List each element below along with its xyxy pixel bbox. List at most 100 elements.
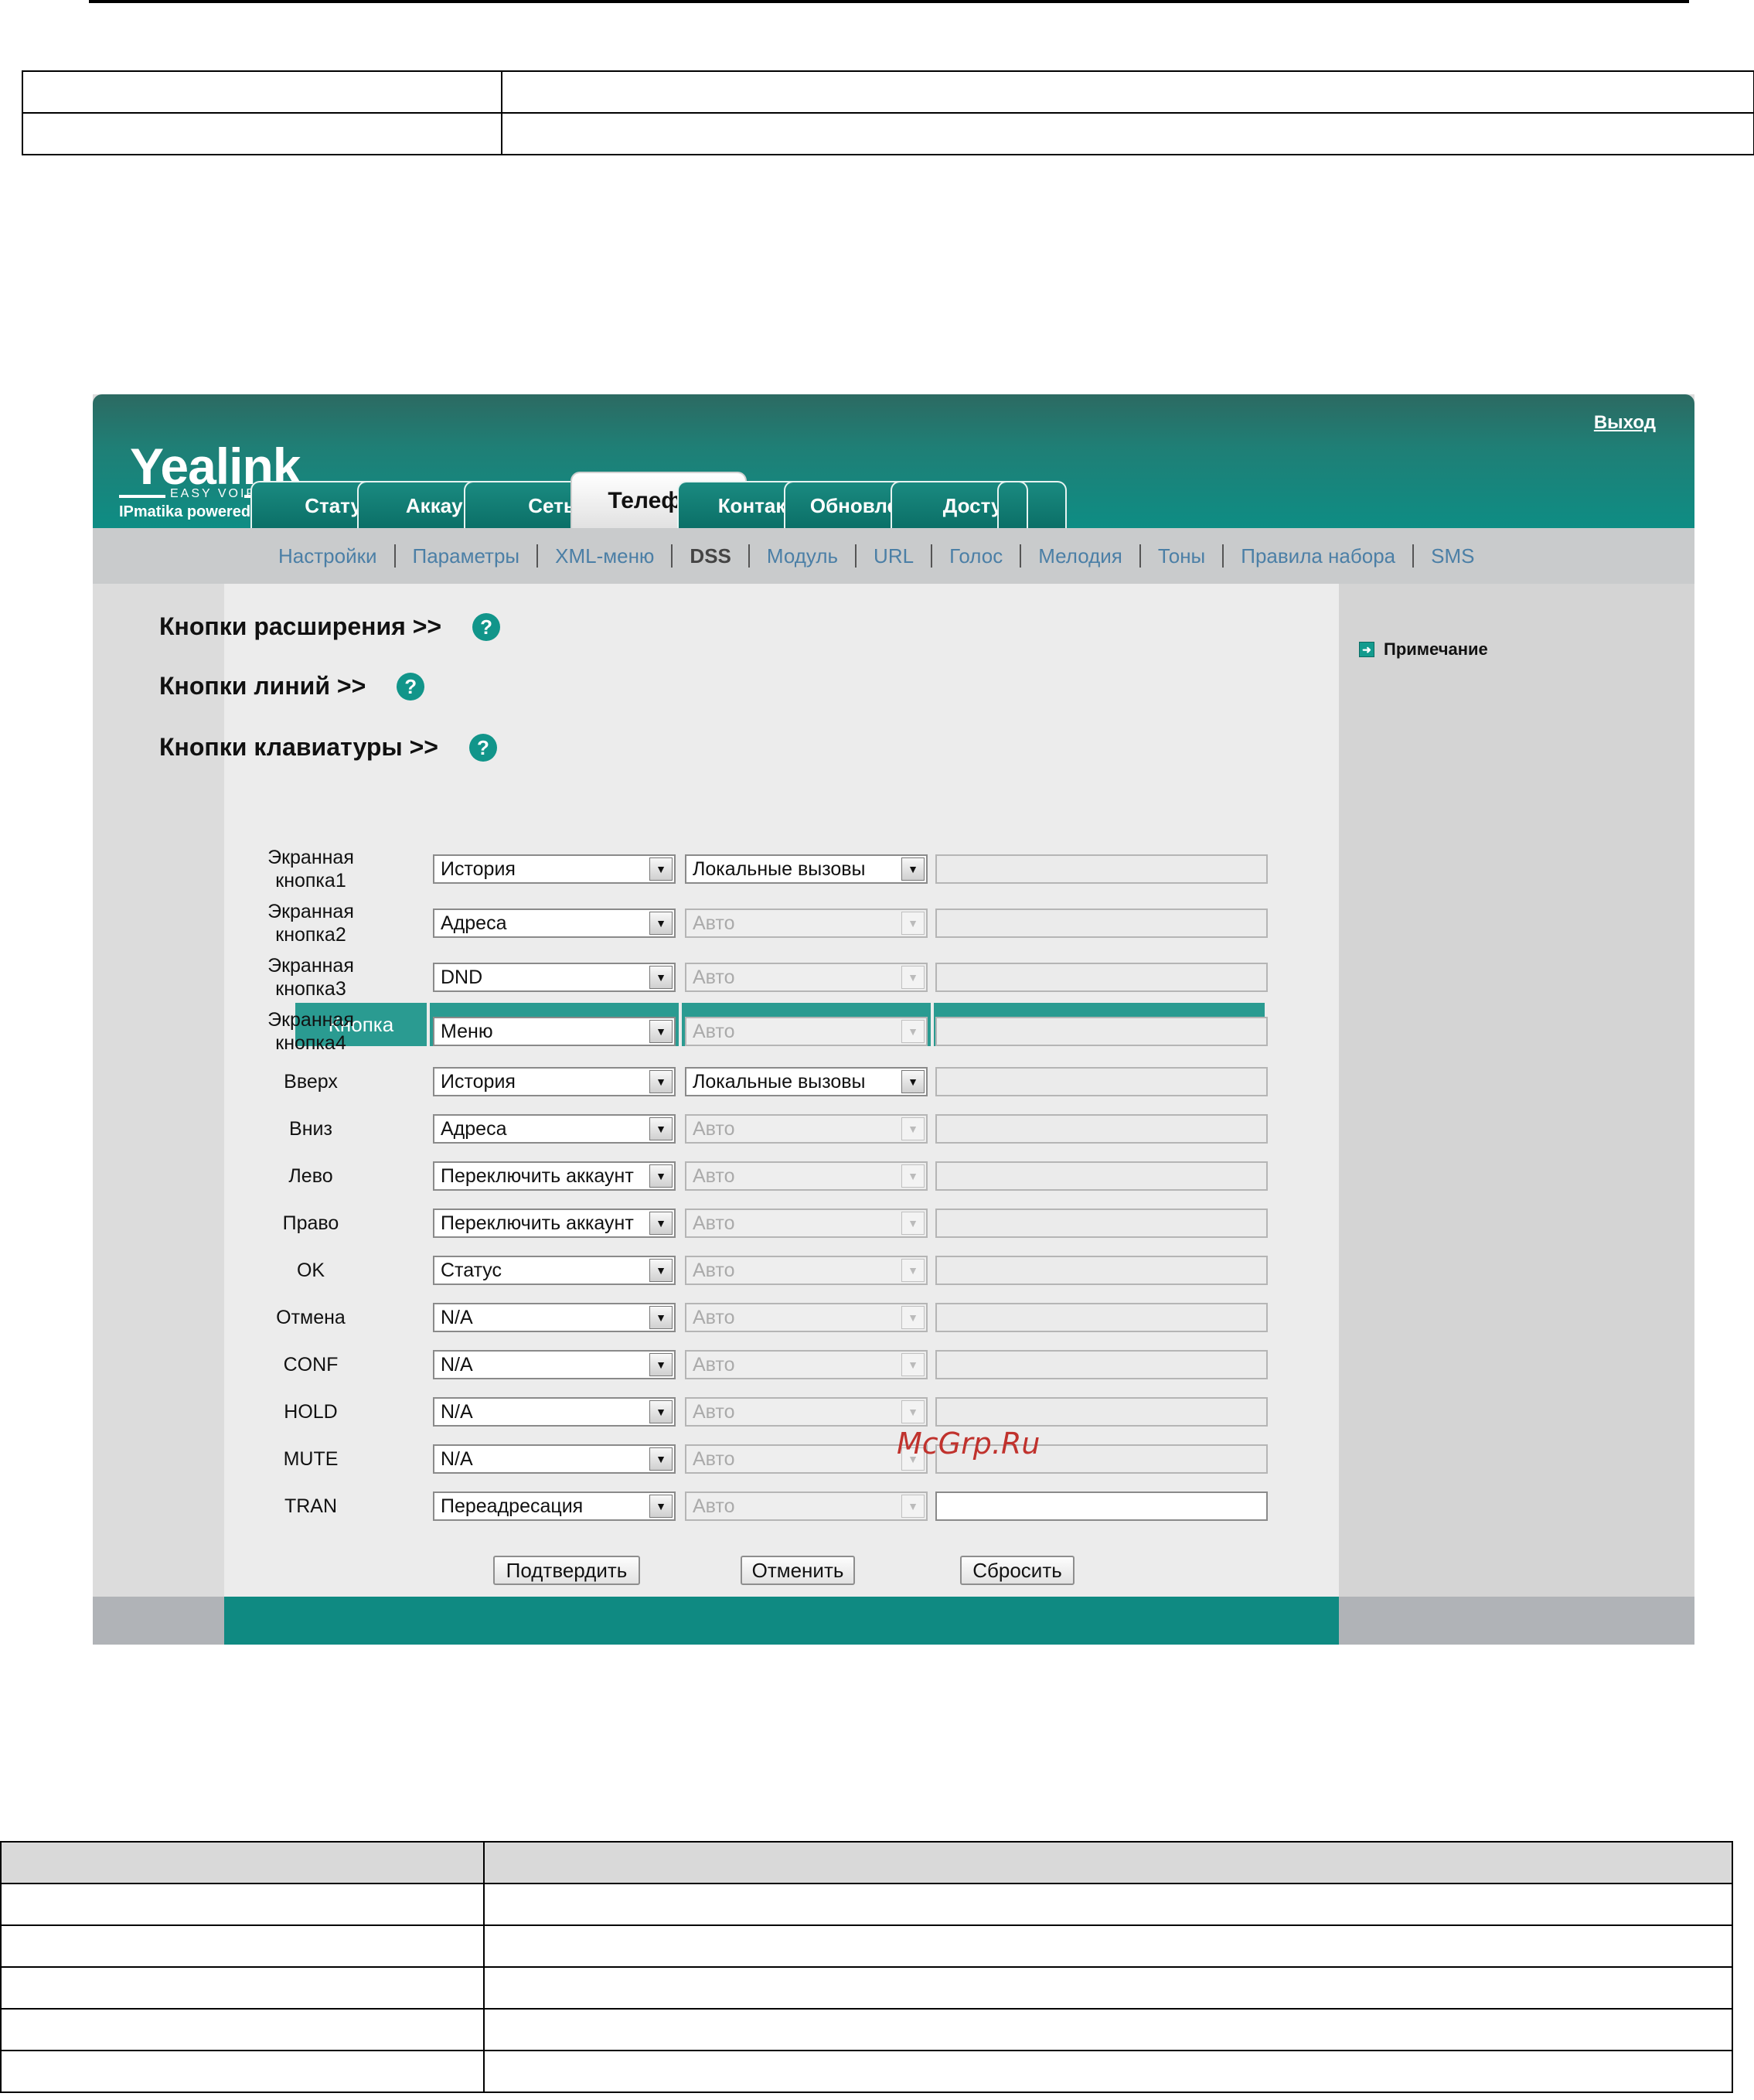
- line-select-value: Авто: [693, 1212, 735, 1234]
- table-row: [0, 1841, 1733, 1884]
- yealink-web-ui-screenshot: Yealink EASY VOIP IPmatika powered by Ye…: [93, 394, 1694, 1645]
- footer-right: [1339, 1597, 1694, 1645]
- type-select-value: Адреса: [441, 912, 507, 934]
- app-header: Yealink EASY VOIP IPmatika powered by Ye…: [93, 394, 1694, 529]
- type-select[interactable]: N/A ▼: [433, 1397, 676, 1427]
- page-top-rule: [89, 0, 1689, 3]
- type-select-value: Статус: [441, 1260, 502, 1281]
- type-select[interactable]: DND ▼: [433, 963, 676, 992]
- chevron-down-icon: ▼: [649, 1353, 673, 1376]
- table-cell: [0, 1841, 485, 1884]
- chevron-down-icon: ▼: [901, 1117, 925, 1140]
- table-row: [0, 2008, 1733, 2051]
- chevron-down-icon: ▼: [649, 1117, 673, 1140]
- chevron-down-icon: ▼: [649, 1070, 673, 1093]
- type-select[interactable]: N/A ▼: [433, 1444, 676, 1474]
- row-label: Вниз: [210, 1117, 411, 1140]
- row-label-line: Вниз: [289, 1118, 332, 1140]
- reset-button[interactable]: Сбросить: [960, 1556, 1075, 1585]
- subnav-item[interactable]: Настройки: [261, 544, 394, 568]
- type-select[interactable]: Переключить аккаунт ▼: [433, 1161, 676, 1191]
- line-select[interactable]: Локальные вызовы ▼: [685, 854, 928, 884]
- cancel-button[interactable]: Отменить: [741, 1556, 855, 1585]
- type-select-value: Переадресация: [441, 1495, 584, 1517]
- brand-sublogo: EASY VOIP: [170, 487, 257, 500]
- help-icon[interactable]: ?: [472, 612, 501, 641]
- type-select[interactable]: Статус ▼: [433, 1256, 676, 1285]
- tab-7[interactable]: Доступ: [891, 481, 1067, 529]
- subnav-item[interactable]: Голос: [932, 544, 1020, 568]
- row-label: TRAN: [210, 1495, 411, 1518]
- line-select: Авто ▼: [685, 1444, 928, 1474]
- chevron-down-icon: ▼: [901, 1306, 925, 1329]
- table-row: [0, 2050, 1733, 2093]
- chevron-down-icon: ▼: [901, 1259, 925, 1282]
- table-cell: [483, 1883, 1733, 1926]
- line-select-value: Авто: [693, 966, 735, 988]
- subnav-item[interactable]: SMS: [1414, 544, 1491, 568]
- line-select: Авто ▼: [685, 1303, 928, 1332]
- note-toggle[interactable]: ➜ Примечание: [1359, 639, 1488, 660]
- line-select-value: Авто: [693, 1354, 735, 1376]
- type-select-value: Переключить аккаунт: [441, 1165, 634, 1187]
- type-select[interactable]: N/A ▼: [433, 1303, 676, 1332]
- type-select-value: N/A: [441, 1354, 473, 1376]
- type-select-value: История: [441, 1071, 516, 1093]
- value-input: [935, 1303, 1268, 1332]
- line-select-value: Авто: [693, 1448, 735, 1470]
- line-select-value: Локальные вызовы: [693, 1071, 866, 1093]
- help-icon[interactable]: ?: [397, 672, 425, 701]
- value-input: [935, 963, 1268, 992]
- section-title: Кнопки линий >>: [159, 672, 366, 700]
- value-input[interactable]: [935, 1491, 1268, 1521]
- row-label: Вверх: [210, 1070, 411, 1093]
- type-select[interactable]: Адреса ▼: [433, 1114, 676, 1144]
- row-label: Экранная кнопка3: [210, 954, 411, 1001]
- type-select[interactable]: Переключить аккаунт ▼: [433, 1209, 676, 1238]
- table-cell: [0, 1924, 485, 1968]
- subnav-item[interactable]: Параметры: [396, 544, 537, 568]
- type-select[interactable]: N/A ▼: [433, 1350, 676, 1379]
- row-label-line: Экранная: [267, 955, 354, 977]
- table-row: [0, 1883, 1733, 1926]
- subnav-item[interactable]: Тоны: [1141, 544, 1222, 568]
- help-icon[interactable]: ?: [468, 733, 497, 762]
- row-label: OK: [210, 1259, 411, 1282]
- subnav-item[interactable]: Правила набора: [1224, 544, 1412, 568]
- type-select[interactable]: История ▼: [433, 1067, 676, 1096]
- section-heading[interactable]: Кнопки расширения >>?: [159, 612, 501, 641]
- line-select[interactable]: Локальные вызовы ▼: [685, 1067, 928, 1096]
- value-input: [935, 1209, 1268, 1238]
- type-select-value: DND: [441, 966, 483, 988]
- subnav-item[interactable]: Модуль: [750, 544, 855, 568]
- section-heading[interactable]: Кнопки клавиатуры >>?: [159, 733, 497, 762]
- logout-link[interactable]: Выход: [1594, 412, 1656, 434]
- line-select: Авто ▼: [685, 1209, 928, 1238]
- section-heading[interactable]: Кнопки линий >>?: [159, 672, 425, 701]
- line-select-value: Авто: [693, 1495, 735, 1517]
- chevron-down-icon: ▼: [901, 966, 925, 989]
- confirm-button[interactable]: Подтвердить: [493, 1556, 640, 1585]
- chevron-down-icon: ▼: [649, 1400, 673, 1423]
- type-select[interactable]: Переадресация ▼: [433, 1491, 676, 1521]
- chevron-down-icon: ▼: [649, 912, 673, 935]
- table-cell: [22, 70, 502, 114]
- type-select[interactable]: Меню ▼: [433, 1017, 676, 1046]
- subnav-item[interactable]: DSS: [673, 544, 748, 568]
- table-cell: [483, 1841, 1733, 1884]
- table-cell: [0, 1966, 485, 2010]
- doc-table-bottom: [0, 1841, 1733, 2093]
- type-select[interactable]: Адреса ▼: [433, 909, 676, 938]
- sub-navigation: Настройки Параметры XML-меню DSS Модуль URL Го…: [93, 528, 1694, 584]
- type-select-value: N/A: [441, 1307, 473, 1328]
- row-label-line: HOLD: [284, 1401, 338, 1423]
- value-input: [935, 1161, 1268, 1191]
- line-select: Авто ▼: [685, 963, 928, 992]
- value-input: [935, 1350, 1268, 1379]
- line-select: Авто ▼: [685, 1397, 928, 1427]
- subnav-item[interactable]: Мелодия: [1021, 544, 1139, 568]
- row-label-line: Лево: [288, 1165, 333, 1187]
- type-select[interactable]: История ▼: [433, 854, 676, 884]
- subnav-item[interactable]: XML-меню: [538, 544, 671, 568]
- subnav-item[interactable]: URL: [857, 544, 931, 568]
